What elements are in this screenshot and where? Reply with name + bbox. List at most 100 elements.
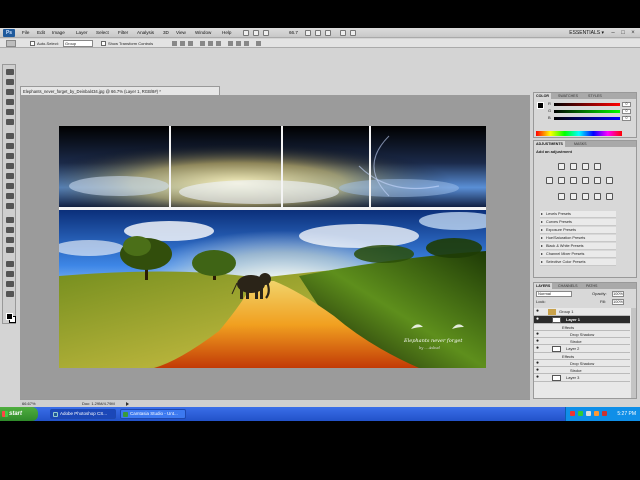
3d-rotate-tool-icon[interactable] bbox=[6, 261, 14, 267]
pen-tool-icon[interactable] bbox=[6, 217, 14, 223]
layer-row[interactable]: ● Layer 2 bbox=[534, 345, 630, 353]
tab-paths[interactable]: PATHS bbox=[584, 283, 599, 289]
color-foreground-swatch[interactable] bbox=[537, 102, 544, 109]
layer-row-selected[interactable]: ● Layer 1 bbox=[534, 316, 630, 324]
path-select-tool-icon[interactable] bbox=[6, 237, 14, 243]
shape-tool-icon[interactable] bbox=[6, 247, 14, 253]
preset-selective-color[interactable]: Selective Color Presets bbox=[540, 259, 616, 266]
fill-input[interactable]: 100% bbox=[612, 299, 624, 305]
layer-row[interactable]: ● Layer 3 bbox=[534, 374, 630, 382]
visibility-eye-icon[interactable]: ● bbox=[536, 309, 541, 314]
layers-scrollbar[interactable] bbox=[631, 308, 636, 398]
mini-bridge-icon[interactable] bbox=[253, 30, 259, 36]
photo-filter-icon[interactable] bbox=[594, 177, 601, 184]
volume-icon[interactable] bbox=[586, 411, 591, 416]
effect-row[interactable]: ● Stroke bbox=[534, 367, 630, 374]
maximize-button[interactable]: □ bbox=[619, 29, 627, 37]
menu-analysis[interactable]: Analysis bbox=[137, 29, 154, 37]
brush-tool-icon[interactable] bbox=[6, 143, 14, 149]
green-slider[interactable] bbox=[554, 110, 620, 113]
gradient-map-icon[interactable] bbox=[594, 193, 601, 200]
menu-3d[interactable]: 3D bbox=[163, 29, 169, 37]
align-right-icon[interactable] bbox=[216, 41, 221, 46]
foreground-color-swatch[interactable] bbox=[6, 313, 13, 320]
threshold-icon[interactable] bbox=[582, 193, 589, 200]
tab-adjustments[interactable]: ADJUSTMENTS bbox=[534, 141, 565, 147]
blur-tool-icon[interactable] bbox=[6, 193, 14, 199]
tab-swatches[interactable]: SWATCHES bbox=[556, 93, 580, 99]
invert-icon[interactable] bbox=[558, 193, 565, 200]
effect-row[interactable]: ● Stroke bbox=[534, 338, 630, 345]
preset-curves[interactable]: Curves Presets bbox=[540, 219, 616, 226]
taskbar-item-camtasia[interactable]: Camtasia Studio - Unt... bbox=[120, 409, 186, 419]
color-balance-icon[interactable] bbox=[570, 177, 577, 184]
screen-mode-icon[interactable] bbox=[350, 30, 356, 36]
visibility-eye-icon[interactable]: ● bbox=[536, 346, 541, 351]
dodge-tool-icon[interactable] bbox=[6, 203, 14, 209]
brightness-contrast-icon[interactable] bbox=[558, 163, 565, 170]
quick-select-tool-icon[interactable] bbox=[6, 99, 14, 105]
menu-window[interactable]: Window bbox=[195, 29, 211, 37]
tray-app-icon[interactable] bbox=[578, 411, 583, 416]
system-clock[interactable]: 5:27 PM bbox=[617, 407, 636, 421]
tray-app-icon[interactable] bbox=[570, 411, 575, 416]
color-spectrum-ramp[interactable] bbox=[536, 131, 622, 136]
lasso-tool-icon[interactable] bbox=[6, 89, 14, 95]
auto-select-checkbox[interactable] bbox=[30, 41, 35, 46]
tab-layers[interactable]: LAYERS bbox=[534, 283, 553, 289]
opacity-input[interactable]: 100% bbox=[612, 291, 624, 297]
red-value[interactable]: 0 bbox=[622, 102, 631, 107]
tab-color[interactable]: COLOR bbox=[534, 93, 551, 99]
show-transform-checkbox[interactable] bbox=[101, 41, 106, 46]
workspace-switcher[interactable]: ESSENTIALS ▾ bbox=[569, 29, 604, 37]
preset-exposure[interactable]: Exposure Presets bbox=[540, 227, 616, 234]
zoom-level[interactable]: 66.7 bbox=[289, 29, 298, 37]
preset-channel-mixer[interactable]: Channel Mixer Presets bbox=[540, 251, 616, 258]
align-hcenter-icon[interactable] bbox=[208, 41, 213, 46]
blue-slider[interactable] bbox=[554, 117, 620, 120]
distribute-icon[interactable] bbox=[236, 41, 241, 46]
menu-edit[interactable]: Edit bbox=[37, 29, 45, 37]
move-tool-icon[interactable] bbox=[6, 69, 14, 75]
minimize-button[interactable]: – bbox=[609, 29, 617, 37]
guides-icon[interactable] bbox=[263, 30, 269, 36]
align-left-icon[interactable] bbox=[200, 41, 205, 46]
status-menu-arrow-icon[interactable] bbox=[126, 402, 129, 406]
eyedropper-tool-icon[interactable] bbox=[6, 119, 14, 125]
3d-orbit-tool-icon[interactable] bbox=[6, 271, 14, 277]
preset-black-white[interactable]: Black & White Presets bbox=[540, 243, 616, 250]
eraser-tool-icon[interactable] bbox=[6, 173, 14, 179]
tab-masks[interactable]: MASKS bbox=[572, 141, 589, 147]
clone-stamp-tool-icon[interactable] bbox=[6, 153, 14, 159]
zoom-tool-icon[interactable] bbox=[315, 30, 321, 36]
marquee-tool-icon[interactable] bbox=[6, 79, 14, 85]
arrange-documents-icon[interactable] bbox=[340, 30, 346, 36]
hue-saturation-icon[interactable] bbox=[558, 177, 565, 184]
preset-levels[interactable]: Levels Presets bbox=[540, 211, 616, 218]
menu-image[interactable]: Image bbox=[52, 29, 65, 37]
history-brush-tool-icon[interactable] bbox=[6, 163, 14, 169]
close-button[interactable]: × bbox=[629, 29, 637, 37]
align-top-icon[interactable] bbox=[172, 41, 177, 46]
distribute-icon[interactable] bbox=[256, 41, 261, 46]
red-slider[interactable] bbox=[554, 103, 620, 106]
menu-layer[interactable]: Layer bbox=[76, 29, 88, 37]
menu-select[interactable]: Select bbox=[96, 29, 109, 37]
align-bottom-icon[interactable] bbox=[188, 41, 193, 46]
vibrance-icon[interactable] bbox=[546, 177, 553, 184]
tab-channels[interactable]: CHANNELS bbox=[556, 283, 580, 289]
visibility-eye-icon[interactable]: ● bbox=[536, 317, 541, 322]
menu-file[interactable]: File bbox=[22, 29, 29, 37]
selective-color-icon[interactable] bbox=[606, 193, 613, 200]
preset-hue-saturation[interactable]: Hue/Saturation Presets bbox=[540, 235, 616, 242]
layer-row-group-1[interactable]: ● Group 1 bbox=[534, 308, 630, 316]
exposure-icon[interactable] bbox=[594, 163, 601, 170]
green-value[interactable]: 0 bbox=[622, 109, 631, 114]
zoom-tool-icon[interactable] bbox=[6, 291, 14, 297]
levels-icon[interactable] bbox=[570, 163, 577, 170]
distribute-icon[interactable] bbox=[244, 41, 249, 46]
distribute-icon[interactable] bbox=[228, 41, 233, 46]
align-vcenter-icon[interactable] bbox=[180, 41, 185, 46]
effects-row[interactable]: Effects bbox=[534, 324, 630, 331]
visibility-eye-icon[interactable]: ● bbox=[536, 339, 541, 344]
